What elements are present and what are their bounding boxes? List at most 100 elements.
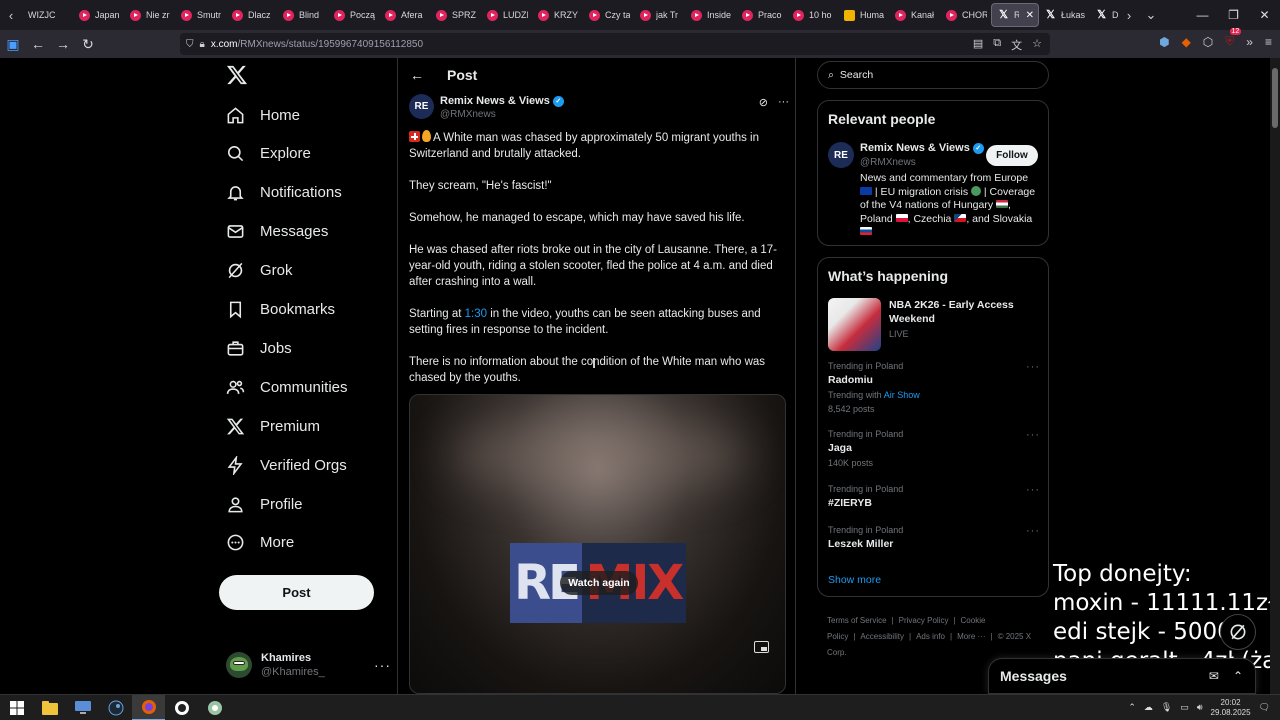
rp-name[interactable]: Remix News & Views <box>860 142 970 154</box>
footer-link[interactable]: Terms of Service <box>827 616 887 625</box>
browser-tab[interactable]: jak Tr <box>634 3 685 27</box>
show-more-link[interactable]: Show more <box>828 574 881 586</box>
trend-more-icon[interactable]: ··· <box>1026 525 1040 537</box>
footer-link[interactable]: Accessibility <box>860 632 904 641</box>
grok-explain-icon[interactable]: ⊘ <box>759 96 768 109</box>
fox-extension-icon[interactable]: ◆ <box>1182 35 1191 49</box>
list-all-tabs-icon[interactable]: ⌄ <box>1140 0 1162 30</box>
author-name[interactable]: Remix News & Views <box>440 95 550 107</box>
computer-icon[interactable] <box>66 695 99 720</box>
browser-tab[interactable]: Afera <box>379 3 430 27</box>
nav-item-jobs[interactable]: Jobs <box>226 332 292 364</box>
nav-item-premium[interactable]: Premium <box>226 410 320 442</box>
trend-item[interactable]: Trending in Poland Radomiu Trending with A… <box>828 361 1042 414</box>
trend-item[interactable]: Trending in Poland Jaga 140K posts ··· <box>828 429 1042 468</box>
browser-tab[interactable]: Blind <box>277 3 328 27</box>
network-icon[interactable]: ▭ <box>1180 702 1189 713</box>
follow-button[interactable]: Follow <box>986 145 1038 166</box>
footer-link[interactable]: Privacy Policy <box>899 616 949 625</box>
browser-tab[interactable]: 𝕏 Rem ✕ <box>991 3 1039 27</box>
video-player[interactable]: RE MIX Watch again <box>409 394 786 694</box>
app-menu-icon[interactable]: ≡ <box>1265 35 1272 49</box>
cloud-icon[interactable]: ☁ <box>1144 702 1153 713</box>
browser-tab[interactable]: Nie zr <box>124 3 175 27</box>
expand-icon[interactable]: ⌃ <box>1233 669 1243 683</box>
restore-icon[interactable]: ❐ <box>1218 0 1249 30</box>
trend-item[interactable]: Trending in Poland Leszek Miller ··· <box>828 525 1042 550</box>
pip-icon[interactable] <box>754 641 769 653</box>
url-bar[interactable]: ⛉ 🔒︎ x.com /RMXnews/status/1959967409156… <box>180 33 1050 55</box>
browser-tab[interactable]: Huma <box>838 3 889 27</box>
trend-item[interactable]: Trending in Poland #ZIERYB ··· <box>828 484 1042 509</box>
browser-tab[interactable]: LUDZI <box>481 3 532 27</box>
browser-tab[interactable]: Kanał <box>889 3 940 27</box>
extensions-icon[interactable]: ⬡ <box>1203 35 1213 49</box>
translate-icon[interactable]: 文 <box>1011 37 1022 53</box>
event-card[interactable]: NBA 2K26 - Early Access Weekend LIVE <box>828 298 1040 354</box>
page-scrollbar[interactable] <box>1270 58 1280 694</box>
search-input[interactable]: ⌕ Search <box>817 61 1049 89</box>
account-switcher[interactable]: Khamires @Khamires_ ··· <box>226 648 391 682</box>
more-dots-icon[interactable]: ··· <box>374 657 391 673</box>
back-icon[interactable]: ← <box>26 32 50 56</box>
browser-tab[interactable]: Japan <box>73 3 124 27</box>
nav-item-explore[interactable]: Explore <box>226 138 311 170</box>
scrollbar-thumb[interactable] <box>1272 68 1278 128</box>
x-logo-icon[interactable] <box>226 64 248 86</box>
minimize-icon[interactable]: — <box>1187 0 1218 30</box>
back-arrow-icon[interactable]: ← <box>410 67 424 83</box>
nav-item-profile[interactable]: Profile <box>226 488 303 520</box>
watch-again-button[interactable]: Watch again <box>560 571 638 595</box>
browser-tab[interactable]: Dlacz <box>226 3 277 27</box>
reader-view-icon[interactable]: ▤ <box>973 37 983 53</box>
trend-more-icon[interactable]: ··· <box>1026 361 1040 373</box>
bookmark-star-icon[interactable]: ☆ <box>1032 37 1042 53</box>
messages-drawer[interactable]: Messages ✉ ⌃ <box>988 658 1256 694</box>
post-more-icon[interactable]: ··· <box>778 96 789 109</box>
browser-tab[interactable]: Inside <box>685 3 736 27</box>
nav-item-verified-orgs[interactable]: Verified Orgs <box>226 449 347 481</box>
browser-tab[interactable]: Smutr <box>175 3 226 27</box>
browser-tab[interactable]: 𝕏Diar <box>1090 3 1118 27</box>
notifications-icon[interactable]: 🗨︎ <box>1259 702 1270 713</box>
overflow-chevron-icon[interactable]: » <box>1246 35 1253 49</box>
browser-tab[interactable]: WIZJC <box>22 3 73 27</box>
sidebar-toggle-icon[interactable]: ▣ <box>1 32 25 56</box>
trend-more-icon[interactable]: ··· <box>1026 484 1040 496</box>
rp-handle[interactable]: @RMXnews <box>860 157 916 168</box>
tray-chevron-icon[interactable]: ⌃ <box>1128 702 1136 713</box>
ublock-icon[interactable]: ⛨ 12 <box>1225 28 1242 49</box>
nav-item-more[interactable]: More <box>226 527 294 559</box>
browser-tab[interactable]: Czy ta <box>583 3 634 27</box>
forward-icon[interactable]: → <box>51 32 75 56</box>
browser-tab[interactable]: CHOR <box>940 3 991 27</box>
browser-tab[interactable]: Począ <box>328 3 379 27</box>
microphone-icon[interactable]: 🎙︎ <box>1161 702 1172 713</box>
steam-icon[interactable] <box>99 695 132 720</box>
browser-tab[interactable]: 𝕏 Łukas <box>1039 3 1090 27</box>
pip-icon[interactable]: ⧉ <box>993 37 1001 53</box>
trend-context-link[interactable]: Air Show <box>884 390 920 400</box>
privacy-extension-icon[interactable]: ⬢ <box>1159 35 1169 49</box>
close-window-icon[interactable]: ✕ <box>1249 0 1280 30</box>
tab-scroll-right-icon[interactable]: › <box>1118 0 1140 30</box>
footer-link[interactable]: More ··· <box>957 632 985 641</box>
lock-icon[interactable]: 🔒︎ <box>200 39 205 50</box>
nav-item-notifications[interactable]: Notifications <box>226 177 342 209</box>
post-button[interactable]: Post <box>219 575 374 610</box>
author-avatar[interactable]: RE <box>409 94 434 119</box>
windows-start-icon[interactable] <box>0 695 33 720</box>
tab-scroll-left-icon[interactable]: ‹ <box>0 0 22 30</box>
nav-item-messages[interactable]: Messages <box>226 216 328 248</box>
rp-avatar[interactable]: RE <box>828 142 854 168</box>
close-tab-icon[interactable]: ✕ <box>1026 10 1034 21</box>
nav-item-home[interactable]: Home <box>226 99 300 131</box>
system-clock[interactable]: 20:02 29.08.2025 <box>1211 698 1251 718</box>
firefox-icon[interactable] <box>132 694 165 720</box>
nav-item-bookmarks[interactable]: Bookmarks <box>226 294 335 326</box>
author-handle[interactable]: @RMXnews <box>440 109 496 120</box>
nav-item-grok[interactable]: Grok <box>226 255 293 287</box>
nav-item-communities[interactable]: Communities <box>226 371 348 403</box>
footer-link[interactable]: Ads info <box>916 632 945 641</box>
shield-icon[interactable]: ⛉ <box>186 39 194 50</box>
